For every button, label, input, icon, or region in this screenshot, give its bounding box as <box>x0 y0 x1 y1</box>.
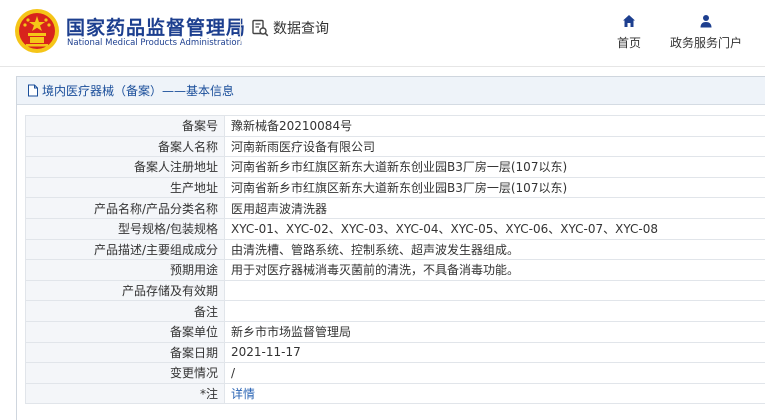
nav-service-portal-label: 政务服务门户 <box>669 36 742 50</box>
site-title-en: National Medical Products Administration <box>67 38 242 48</box>
table-row: 生产地址 河南省新乡市红旗区新东大道新东创业园B3厂房一层(107以东) <box>25 176 765 199</box>
field-value: 用于对医疗器械消毒灭菌前的清洗，不具备消毒功能。 <box>224 259 765 281</box>
note-row: *注 详情 <box>25 382 765 405</box>
field-label: 变更情况 <box>25 362 225 384</box>
data-query-section: 数据查询 <box>251 18 329 38</box>
table-row: 变更情况 / <box>25 362 765 384</box>
note-label-cell: *注 <box>25 382 225 405</box>
table-row: 备案号 豫新械备20210084号 <box>25 115 765 137</box>
field-label: 备案日期 <box>25 341 225 364</box>
field-value: 2021-11-17 <box>224 341 765 364</box>
field-value: / <box>224 362 765 384</box>
home-icon <box>623 15 635 27</box>
data-query-label: 数据查询 <box>273 21 329 37</box>
details-link[interactable]: 详情 <box>231 387 255 401</box>
field-label: 产品存储及有效期 <box>25 279 225 302</box>
panel-title-bar: 境内医疗器械（备案）——基本信息 <box>17 77 765 105</box>
field-label: 备注 <box>25 300 225 322</box>
field-value: 新乡市市场监督管理局 <box>224 320 765 343</box>
site-title-cn: 国家药品监督管理局 <box>66 17 247 39</box>
field-label: 预期用途 <box>25 259 225 281</box>
document-icon <box>28 84 38 97</box>
field-value: 河南省新乡市红旗区新东大道新东创业园B3厂房一层(107以东) <box>224 176 765 199</box>
table-row: 产品名称/产品分类名称 医用超声波清洗器 <box>25 197 765 219</box>
field-label: 备案人注册地址 <box>25 156 225 178</box>
table-row: 备案日期 2021-11-17 <box>25 341 765 364</box>
record-panel: 境内医疗器械（备案）——基本信息 备案号 豫新械备20210084号 备案人名称… <box>16 76 765 420</box>
field-value: XYC-01、XYC-02、XYC-03、XYC-04、XYC-05、XYC-0… <box>224 217 765 240</box>
field-label: 产品名称/产品分类名称 <box>25 197 225 219</box>
user-icon <box>700 15 712 28</box>
table-row: 备案人名称 河南新雨医疗设备有限公司 <box>25 135 765 158</box>
record-detail-table: 备案号 豫新械备20210084号 备案人名称 河南新雨医疗设备有限公司 备案人… <box>25 115 765 405</box>
national-emblem-icon <box>15 9 59 53</box>
table-row: 产品描述/主要组成成分 由清洗槽、管路系统、控制系统、超声波发生器组成。 <box>25 238 765 261</box>
field-label: 备案人名称 <box>25 135 225 158</box>
nav-home-label: 首页 <box>616 36 641 50</box>
field-value: 河南新雨医疗设备有限公司 <box>224 135 765 158</box>
table-row: 预期用途 用于对医疗器械消毒灭菌前的清洗，不具备消毒功能。 <box>25 259 765 281</box>
field-value: 由清洗槽、管路系统、控制系统、超声波发生器组成。 <box>224 238 765 261</box>
table-row: 备案单位 新乡市市场监督管理局 <box>25 320 765 343</box>
field-label: 备案单位 <box>25 320 225 343</box>
table-row: 产品存储及有效期 <box>25 279 765 302</box>
header-bottom-border <box>0 66 765 67</box>
field-value: 豫新械备20210084号 <box>224 115 765 137</box>
note-label: 注 <box>205 387 218 402</box>
field-value <box>224 300 765 322</box>
field-value <box>224 279 765 302</box>
table-row: 备注 <box>25 300 765 322</box>
header-divider <box>240 18 241 44</box>
panel-title: 境内医疗器械（备案）——基本信息 <box>42 84 235 98</box>
field-label: 型号规格/包装规格 <box>25 217 225 240</box>
document-search-icon <box>252 19 269 37</box>
field-label: 生产地址 <box>25 176 225 199</box>
field-label: 产品描述/主要组成成分 <box>25 238 225 261</box>
table-row: 型号规格/包装规格 XYC-01、XYC-02、XYC-03、XYC-04、XY… <box>25 217 765 240</box>
field-value: 河南省新乡市红旗区新东大道新东创业园B3厂房一层(107以东) <box>224 156 765 178</box>
table-row: 备案人注册地址 河南省新乡市红旗区新东大道新东创业园B3厂房一层(107以东) <box>25 156 765 178</box>
field-value: 医用超声波清洗器 <box>224 197 765 219</box>
nav-home-link[interactable]: 首页 <box>609 14 649 51</box>
note-value-cell: 详情 <box>224 382 765 405</box>
field-label: 备案号 <box>25 115 225 137</box>
site-header: 国家药品监督管理局 National Medical Products Admi… <box>0 0 765 66</box>
nav-service-portal-link[interactable]: 政务服务门户 <box>664 14 748 51</box>
